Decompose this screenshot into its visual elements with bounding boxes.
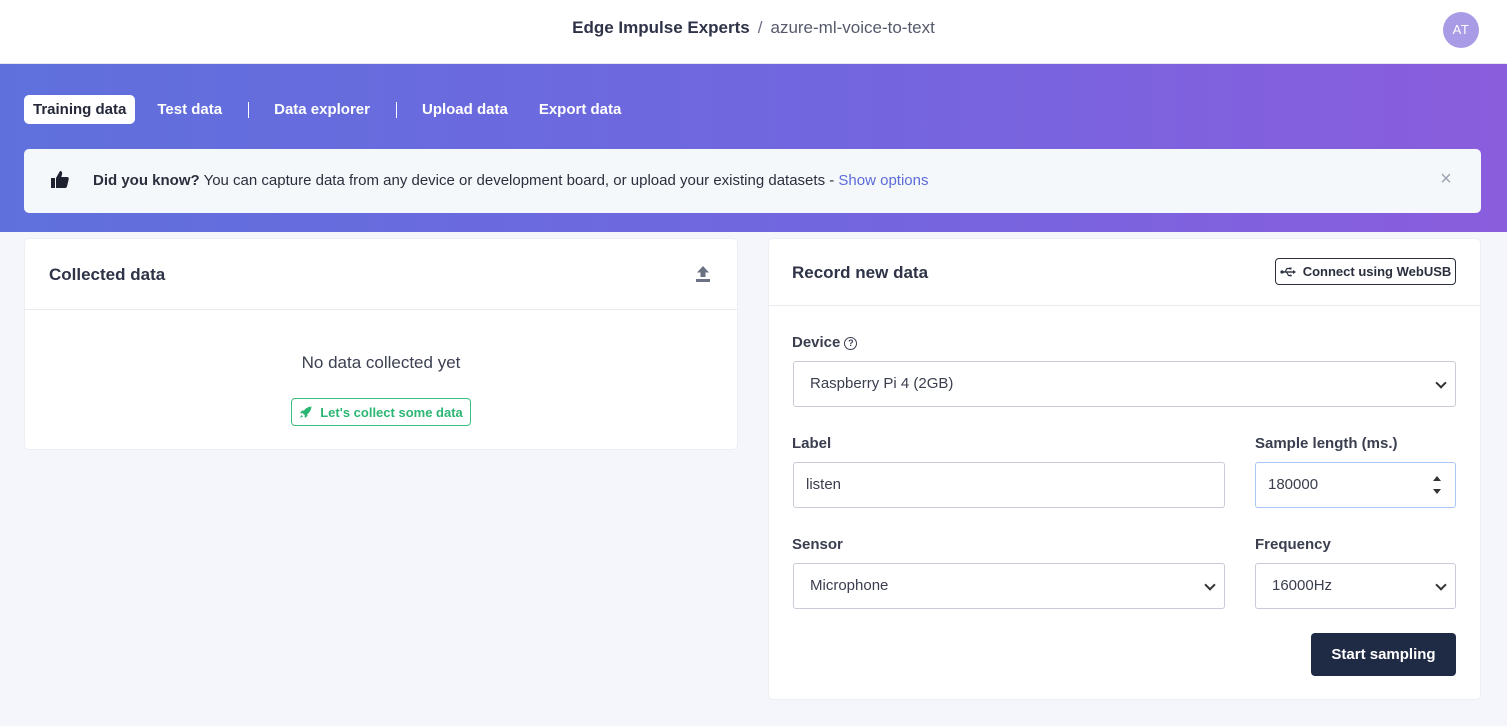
sensor-select-value: Microphone: [810, 577, 889, 594]
breadcrumb: Edge Impulse Experts / azure-ml-voice-to-t…: [0, 18, 1507, 38]
webusb-label: Connect using WebUSB: [1302, 264, 1452, 279]
device-select[interactable]: Raspberry Pi 4 (2GB): [793, 361, 1456, 407]
tab-divider: [248, 101, 250, 118]
did-you-know-notice: Did you know? You can capture data from …: [24, 149, 1481, 213]
label-input[interactable]: listen: [793, 462, 1225, 508]
collected-data-card: Collected data No data collected yet Let…: [25, 239, 737, 449]
device-label: Device?: [792, 334, 858, 351]
start-sampling-button[interactable]: Start sampling: [1311, 633, 1456, 676]
tab-test-data[interactable]: Test data: [148, 95, 231, 124]
collected-data-title: Collected data: [49, 265, 166, 284]
hero-banner: Training data Test data Data explorer Up…: [0, 64, 1507, 232]
spinner-icon[interactable]: [1433, 476, 1441, 494]
frequency-label: Frequency: [1255, 536, 1331, 553]
tab-upload-data[interactable]: Upload data: [413, 95, 517, 124]
upload-icon[interactable]: [695, 265, 711, 283]
collected-data-header: Collected data: [25, 239, 737, 310]
chevron-down-icon: [1435, 377, 1447, 389]
sample-length-input[interactable]: 180000: [1255, 462, 1456, 508]
sensor-label: Sensor: [792, 536, 843, 553]
help-icon[interactable]: ?: [844, 337, 858, 350]
top-bar: Edge Impulse Experts / azure-ml-voice-to-t…: [0, 0, 1507, 64]
sample-length-label: Sample length (ms.): [1255, 435, 1398, 452]
tab-export-data[interactable]: Export data: [530, 95, 631, 124]
label-input-value: listen: [806, 476, 842, 493]
frequency-select[interactable]: 16000Hz: [1255, 563, 1456, 609]
breadcrumb-separator: /: [757, 18, 763, 37]
thumbs-up-icon: [51, 171, 69, 188]
breadcrumb-project[interactable]: azure-ml-voice-to-text: [770, 18, 934, 37]
show-options-link[interactable]: Show options: [838, 172, 928, 189]
empty-state-text: No data collected yet: [301, 353, 461, 372]
rocket-icon: [300, 406, 312, 418]
label-label: Label: [792, 435, 832, 452]
notice-bold: Did you know?: [93, 172, 200, 189]
chevron-down-icon: [1204, 579, 1216, 591]
record-data-title: Record new data: [792, 263, 929, 282]
tab-data-explorer[interactable]: Data explorer: [265, 95, 379, 124]
tab-training-data[interactable]: Training data: [24, 95, 136, 124]
tab-divider: [395, 101, 397, 118]
frequency-select-value: 16000Hz: [1272, 577, 1333, 594]
chevron-down-icon: [1435, 579, 1447, 591]
usb-icon: [1280, 267, 1296, 276]
collect-data-label: Let's collect some data: [320, 404, 463, 420]
device-label-text: Device: [792, 334, 841, 351]
breadcrumb-org[interactable]: Edge Impulse Experts: [572, 18, 750, 37]
notice-text: You can capture data from any device or …: [199, 172, 839, 189]
connect-webusb-button[interactable]: Connect using WebUSB: [1275, 258, 1456, 285]
notice-message: Did you know? You can capture data from …: [93, 172, 928, 189]
collect-data-button[interactable]: Let's collect some data: [291, 398, 471, 426]
device-select-value: Raspberry Pi 4 (2GB): [810, 375, 954, 392]
record-data-card: Record new data Connect using WebUSB Dev…: [769, 239, 1480, 699]
record-data-header: Record new data Connect using WebUSB: [769, 239, 1480, 306]
data-tabs: Training data Test data Data explorer Up…: [24, 94, 643, 125]
sample-length-value: 180000: [1268, 476, 1319, 493]
avatar[interactable]: AT: [1443, 12, 1479, 48]
sensor-select[interactable]: Microphone: [793, 563, 1225, 609]
close-icon[interactable]: ×: [1438, 169, 1454, 189]
